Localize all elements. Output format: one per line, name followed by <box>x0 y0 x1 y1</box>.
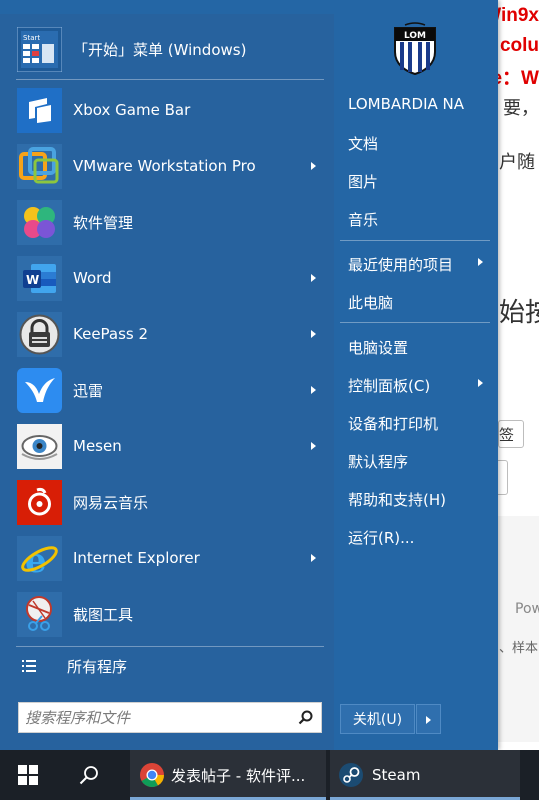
program-item-snipping-tool[interactable]: 截图工具 <box>0 587 334 641</box>
program-label: Mesen <box>73 437 122 455</box>
default-programs-link[interactable]: 默认程序 <box>348 451 408 472</box>
control-panel-submenu-arrow-icon <box>478 379 483 387</box>
start-tile-icon: Start <box>17 26 62 72</box>
start-menu: Start 「开始」菜单 (Windows) Xbox Game Bar VMw… <box>0 0 498 750</box>
background-text-2: 户随 <box>499 152 535 173</box>
program-label: 截图工具 <box>73 605 134 624</box>
background-text-3: Pow <box>515 601 539 617</box>
list-icon <box>22 660 36 672</box>
program-item-xbox-game-bar[interactable]: Xbox Game Bar <box>0 83 334 137</box>
xbox-game-bar-icon <box>17 87 62 133</box>
steam-icon <box>339 763 363 787</box>
search-input[interactable] <box>25 703 295 732</box>
vmware-icon <box>17 143 62 189</box>
background-text-1: 要， <box>503 98 539 119</box>
submenu-arrow-icon <box>311 274 316 282</box>
svg-text:Start: Start <box>23 34 40 42</box>
search-icon[interactable] <box>298 710 313 725</box>
background-red-text-3: e：W <box>491 68 539 89</box>
netease-music-icon <box>17 479 62 525</box>
shutdown-label: 关机(U) <box>352 712 403 728</box>
program-label: 迅雷 <box>73 381 104 400</box>
header-divider <box>16 79 324 80</box>
snipping-tool-icon <box>17 591 62 637</box>
help-support-link[interactable]: 帮助和支持(H) <box>348 489 446 510</box>
shutdown-button[interactable]: 关机(U) <box>340 704 415 734</box>
internet-explorer-icon: e <box>17 535 62 581</box>
background-panel <box>498 516 539 742</box>
background-text-4: 、样本 <box>499 641 539 656</box>
svg-text:e: e <box>25 541 47 581</box>
start-menu-header-label: 「开始」菜单 (Windows) <box>73 40 247 59</box>
word-icon: W <box>17 255 62 301</box>
program-item-xunlei[interactable]: 迅雷 <box>0 363 334 417</box>
program-label: 网易云音乐 <box>73 493 149 512</box>
program-label: Word <box>73 269 112 287</box>
start-menu-header-item[interactable]: Start 「开始」菜单 (Windows) <box>0 22 334 76</box>
right-divider-2 <box>340 322 490 323</box>
taskbar-search-button[interactable] <box>79 750 103 800</box>
all-programs-label: 所有程序 <box>67 657 128 676</box>
start-button[interactable] <box>18 750 42 800</box>
program-item-vmware[interactable]: VMware Workstation Pro <box>0 139 334 193</box>
mesen-icon <box>17 423 62 469</box>
taskbar-steam-button[interactable]: Steam <box>330 750 520 800</box>
music-link[interactable]: 音乐 <box>348 209 378 230</box>
program-label: VMware Workstation Pro <box>73 157 256 175</box>
submenu-arrow-icon <box>311 330 316 338</box>
recent-items-link[interactable]: 最近使用的项目 <box>348 254 453 275</box>
devices-printers-link[interactable]: 设备和打印机 <box>348 413 438 434</box>
user-avatar[interactable]: LOM <box>391 22 439 75</box>
control-panel-link[interactable]: 控制面板(C) <box>348 375 430 396</box>
submenu-arrow-icon <box>311 554 316 562</box>
right-divider-1 <box>340 240 490 241</box>
pc-settings-link[interactable]: 电脑设置 <box>348 337 408 358</box>
program-label: 软件管理 <box>73 213 134 232</box>
software-manager-icon <box>17 199 62 245</box>
xunlei-icon <box>17 367 62 413</box>
keepass-icon <box>17 311 62 357</box>
submenu-arrow-icon <box>311 162 316 170</box>
windows-logo-icon <box>18 765 38 785</box>
program-item-netease-music[interactable]: 网易云音乐 <box>0 475 334 529</box>
submenu-arrow-icon <box>311 386 316 394</box>
run-link[interactable]: 运行(R)... <box>348 527 414 548</box>
recent-submenu-arrow-icon <box>478 258 483 266</box>
program-item-software-manager[interactable]: 软件管理 <box>0 195 334 249</box>
chrome-window-label: 发表帖子 - 软件评... <box>171 766 306 785</box>
all-programs-button[interactable]: 所有程序 <box>0 650 334 682</box>
program-item-keepass[interactable]: KeePass 2 <box>0 307 334 361</box>
pictures-link[interactable]: 图片 <box>348 171 378 192</box>
program-label: Xbox Game Bar <box>73 101 191 119</box>
avatar-text: LOM <box>404 31 426 41</box>
program-item-internet-explorer[interactable]: e Internet Explorer <box>0 531 334 585</box>
program-item-word[interactable]: W Word <box>0 251 334 305</box>
steam-window-label: Steam <box>372 766 421 784</box>
program-label: Internet Explorer <box>73 549 200 567</box>
program-label: KeePass 2 <box>73 325 149 343</box>
programs-divider <box>16 646 324 647</box>
svg-text:W: W <box>26 273 39 287</box>
submenu-arrow-icon <box>311 442 316 450</box>
background-heading: 始按 <box>499 298 539 328</box>
shutdown-options-button[interactable] <box>416 704 441 734</box>
documents-link[interactable]: 文档 <box>348 133 378 154</box>
taskbar-chrome-button[interactable]: 发表帖子 - 软件评... <box>130 750 326 800</box>
program-item-mesen[interactable]: Mesen <box>0 419 334 473</box>
background-red-text-2: colu <box>499 35 539 56</box>
search-box[interactable] <box>18 702 322 733</box>
user-name-link[interactable]: LOMBARDIA NA <box>348 95 464 113</box>
background-button-1: 签 <box>498 420 524 448</box>
this-pc-link[interactable]: 此电脑 <box>348 292 393 313</box>
search-icon <box>79 766 98 785</box>
chevron-right-icon <box>426 716 431 724</box>
chrome-icon <box>140 763 164 788</box>
taskbar: 发表帖子 - 软件评... Steam <box>0 750 539 800</box>
background-button-label: 签 <box>499 426 515 444</box>
